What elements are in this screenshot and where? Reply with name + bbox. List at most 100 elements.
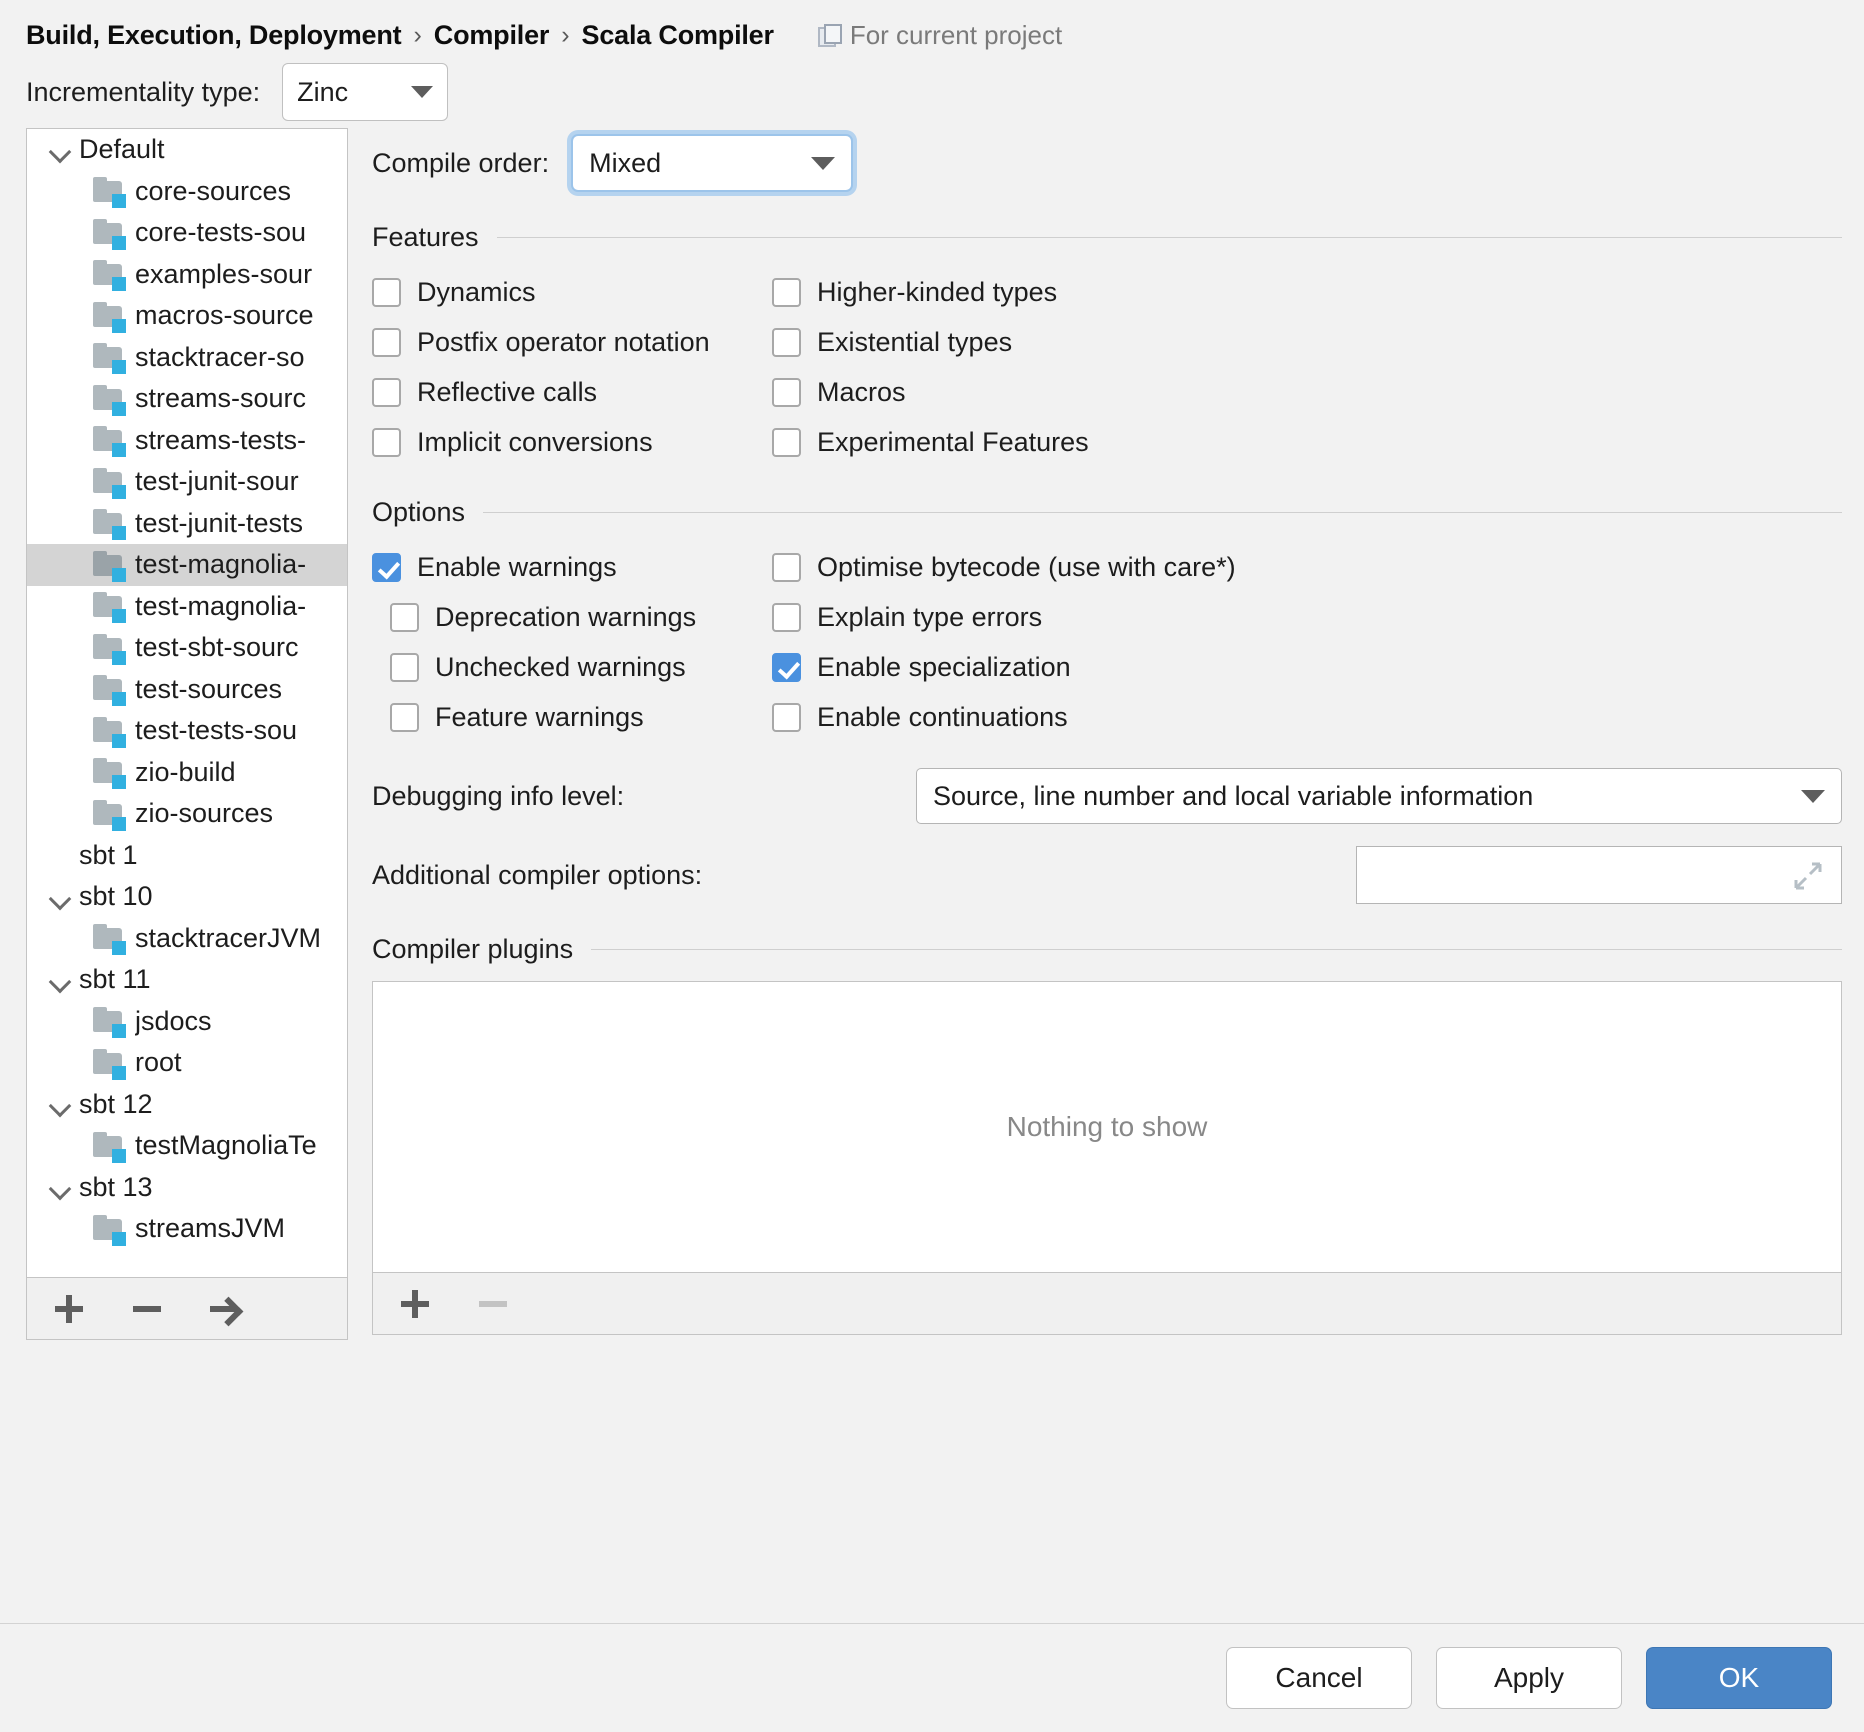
tree-item[interactable]: test-tests-sou [27,710,347,752]
tree-item-label: streams-tests- [135,425,306,456]
checkbox-row[interactable]: Deprecation warnings [372,592,772,642]
checkbox-unchecked-icon[interactable] [390,653,419,682]
tree-item[interactable]: streams-sourc [27,378,347,420]
tree-item[interactable]: jsdocs [27,1001,347,1043]
tree-item-label: test-tests-sou [135,715,297,746]
tree-item[interactable]: test-junit-sour [27,461,347,503]
checkbox-row[interactable]: Dynamics [372,267,772,317]
checkbox-row[interactable]: Feature warnings [372,692,772,742]
checkbox-row[interactable]: Explain type errors [772,592,1842,642]
chevron-down-icon[interactable] [45,1089,75,1119]
checkbox-row[interactable]: Macros [772,367,1842,417]
checkbox-row[interactable]: Higher-kinded types [772,267,1842,317]
tree-item[interactable]: stacktracerJVM [27,918,347,960]
chevron-down-icon[interactable] [45,882,75,912]
tree-item[interactable]: streams-tests- [27,420,347,462]
checkbox-checked-icon[interactable] [372,553,401,582]
tree-item[interactable]: test-sbt-sourc [27,627,347,669]
tree-item[interactable]: examples-sour [27,254,347,296]
breadcrumb-item-0[interactable]: Build, Execution, Deployment [26,20,401,51]
checkbox-unchecked-icon[interactable] [390,703,419,732]
tree-item[interactable]: sbt 12 [27,1084,347,1126]
checkbox-label: Explain type errors [817,602,1042,633]
breadcrumb-item-2[interactable]: Scala Compiler [582,20,774,51]
checkbox-row[interactable]: Enable specialization [772,642,1842,692]
tree-item[interactable]: test-magnolia- [27,586,347,628]
checkbox-unchecked-icon[interactable] [772,553,801,582]
checkbox-unchecked-icon[interactable] [772,328,801,357]
checkbox-unchecked-icon[interactable] [772,428,801,457]
checkbox-row[interactable]: Enable warnings [372,542,772,592]
checkbox-unchecked-icon[interactable] [772,278,801,307]
tree-item[interactable]: root [27,1042,347,1084]
checkbox-row[interactable]: Optimise bytecode (use with care*) [772,542,1842,592]
tree-item[interactable]: stacktracer-so [27,337,347,379]
tree-item-label: root [135,1047,182,1078]
cancel-button[interactable]: Cancel [1226,1647,1412,1709]
incrementality-type-select[interactable]: Zinc [282,63,448,121]
chevron-down-icon [411,86,433,98]
add-plugin-button[interactable] [395,1284,435,1324]
checkbox-unchecked-icon[interactable] [390,603,419,632]
checkbox-unchecked-icon[interactable] [772,603,801,632]
chevron-down-icon[interactable] [45,1172,75,1202]
checkbox-label: Higher-kinded types [817,277,1057,308]
ok-button[interactable]: OK [1646,1647,1832,1709]
checkbox-row[interactable]: Implicit conversions [372,417,772,467]
additional-options-input[interactable] [1356,846,1842,904]
checkbox-label: Enable specialization [817,652,1071,683]
tree-item[interactable]: streamsJVM [27,1208,347,1250]
breadcrumb-item-1[interactable]: Compiler [434,20,549,51]
compiler-plugins-list[interactable]: Nothing to show [372,981,1842,1273]
chevron-down-icon[interactable] [45,965,75,995]
chevron-right-icon[interactable] [45,840,75,870]
tree-item[interactable]: zio-sources [27,793,347,835]
tree-item[interactable]: macros-source [27,295,347,337]
tree-item[interactable]: core-sources [27,171,347,213]
checkbox-unchecked-icon[interactable] [372,428,401,457]
move-module-button[interactable] [205,1289,245,1329]
checkbox-unchecked-icon[interactable] [772,378,801,407]
checkbox-unchecked-icon[interactable] [372,328,401,357]
tree-item[interactable]: sbt 10 [27,876,347,918]
section-divider [497,237,1842,238]
apply-button[interactable]: Apply [1436,1647,1622,1709]
add-icon [55,1295,83,1323]
checkbox-checked-icon[interactable] [772,653,801,682]
debugging-info-select[interactable]: Source, line number and local variable i… [916,768,1842,824]
module-folder-icon [93,800,125,828]
tree-item[interactable]: Default [27,129,347,171]
checkbox-row[interactable]: Enable continuations [772,692,1842,742]
checkbox-row[interactable]: Existential types [772,317,1842,367]
tree-item[interactable]: zio-build [27,752,347,794]
module-folder-icon [93,219,125,247]
checkbox-unchecked-icon[interactable] [372,278,401,307]
tree-item[interactable]: sbt 11 [27,959,347,1001]
compile-order-select[interactable]: Mixed [571,134,853,192]
tree-item[interactable]: test-junit-tests [27,503,347,545]
checkbox-unchecked-icon[interactable] [772,703,801,732]
remove-profile-button[interactable] [127,1289,167,1329]
copy-icon [818,24,840,46]
add-profile-button[interactable] [49,1289,89,1329]
expand-icon[interactable] [1793,861,1823,891]
checkbox-row[interactable]: Experimental Features [772,417,1842,467]
checkbox-label: Optimise bytecode (use with care*) [817,552,1236,583]
tree-item[interactable]: test-sources [27,669,347,711]
checkbox-label: Macros [817,377,906,408]
checkbox-label: Enable warnings [417,552,617,583]
tree-item[interactable]: sbt 13 [27,1167,347,1209]
tree-item[interactable]: sbt 1 [27,835,347,877]
checkbox-row[interactable]: Postfix operator notation [372,317,772,367]
tree-item-label: zio-sources [135,798,273,829]
checkbox-row[interactable]: Unchecked warnings [372,642,772,692]
scala-compiler-settings-dialog: Build, Execution, Deployment › Compiler … [0,0,1864,1732]
chevron-down-icon[interactable] [45,135,75,165]
checkbox-row[interactable]: Reflective calls [372,367,772,417]
tree-item[interactable]: core-tests-sou [27,212,347,254]
module-folder-icon [93,758,125,786]
tree-item[interactable]: test-magnolia- [27,544,347,586]
checkbox-unchecked-icon[interactable] [372,378,401,407]
module-tree[interactable]: Defaultcore-sourcescore-tests-souexample… [27,129,347,1277]
tree-item[interactable]: testMagnoliaTe [27,1125,347,1167]
